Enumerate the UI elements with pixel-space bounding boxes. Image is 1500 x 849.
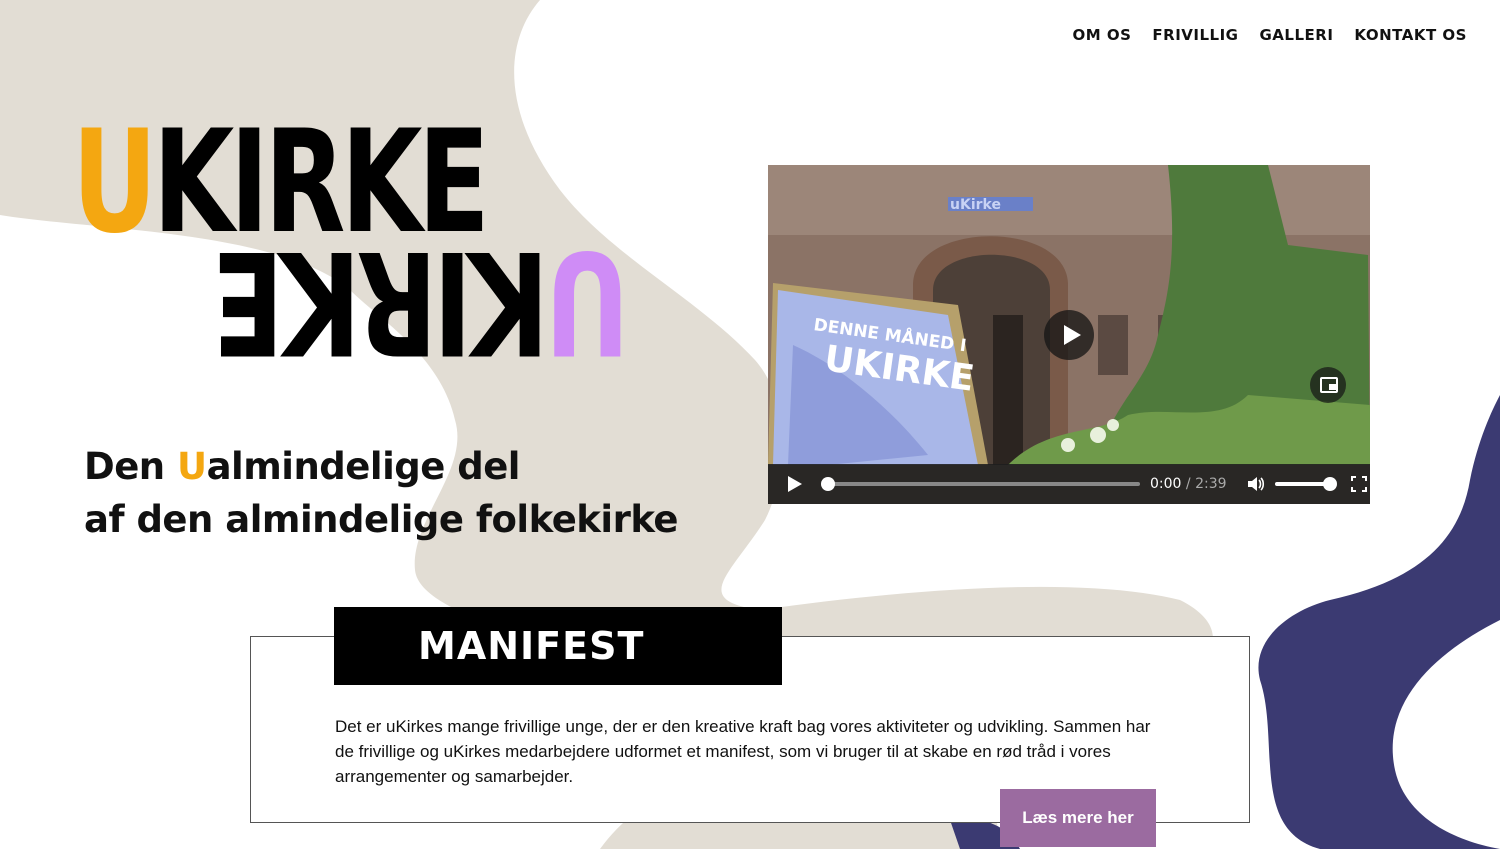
logo-u-yellow: U [72,100,157,265]
manifest-body: Det er uKirkes mange frivillige unge, de… [335,717,1151,786]
volume-slider[interactable] [1274,477,1337,491]
nav-item-galleri[interactable]: GALLERI [1260,26,1334,44]
building-sign-text: uKirke [950,197,1001,213]
tagline-highlight-u: U [177,445,207,488]
main-nav: OM OS FRIVILLIG GALLERI KONTAKT OS [1072,26,1467,44]
video-progress-bar[interactable] [821,477,1140,491]
video-play-overlay-button[interactable] [1044,310,1094,360]
tagline-line-2: af den almindelige folkekirke [84,498,679,541]
tagline-line-1: Den Ualmindelige del [84,445,520,488]
picture-in-picture-icon[interactable] [1310,367,1346,403]
nav-item-om-os[interactable]: OM OS [1072,26,1131,44]
ukirke-logo[interactable]: UKIRKE UKIRKE [72,112,630,385]
read-more-button[interactable]: Læs mere her [1000,789,1156,847]
manifest-title: MANIFEST [418,624,645,668]
video-player[interactable]: DENNE MÅNED I UKIRKE uKirke 0:00 / 2:39 [768,165,1370,504]
play-icon[interactable] [788,476,802,492]
progress-knob[interactable] [821,477,835,491]
fullscreen-icon[interactable] [1350,476,1367,492]
current-time: 0:00 [1150,476,1182,492]
hero-tagline: Den Ualmindelige del af den almindelige … [84,440,679,546]
duration: / 2:39 [1185,476,1227,492]
logo-u-purple: U [549,219,630,384]
nav-item-kontakt-os[interactable]: KONTAKT OS [1354,26,1467,44]
manifest-title-box: MANIFEST [334,607,782,685]
logo-kirke-bottom: KIRKE [216,219,550,384]
video-time: 0:00 / 2:39 [1150,476,1227,492]
volume-icon[interactable] [1247,476,1265,492]
logo-bottom-row-mirrored: UKIRKE [217,219,630,384]
video-controls: 0:00 / 2:39 [768,464,1370,504]
volume-knob[interactable] [1322,477,1337,491]
nav-item-frivillig[interactable]: FRIVILLIG [1152,26,1238,44]
